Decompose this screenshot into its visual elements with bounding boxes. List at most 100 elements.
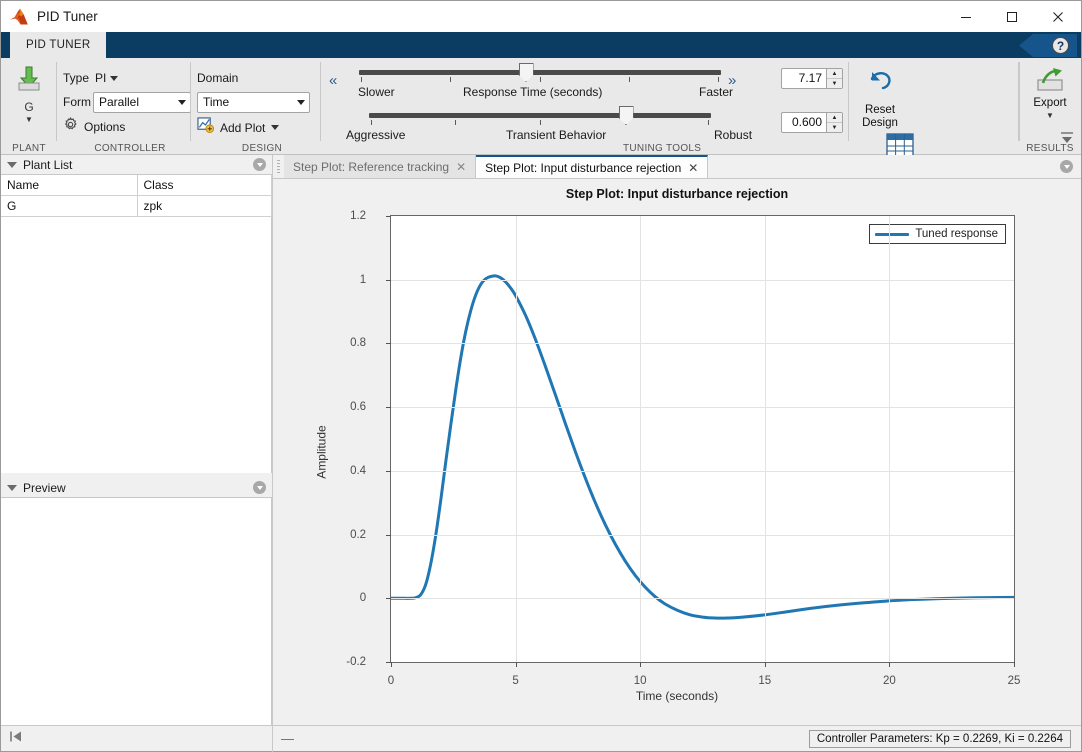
collapse-triangle-icon[interactable]: [7, 485, 17, 491]
chart-y-tick: [386, 407, 391, 408]
slider-track[interactable]: [369, 113, 711, 118]
slider1-right-label: Faster: [699, 85, 733, 99]
slider-knob[interactable]: [619, 106, 634, 125]
panel-menu-icon[interactable]: [253, 481, 266, 494]
pid-tuner-window: PID Tuner PID TUNER ?: [0, 0, 1082, 752]
transient-behavior-value[interactable]: 0.600: [782, 113, 826, 132]
options-button[interactable]: Options: [63, 117, 191, 137]
form-dropdown[interactable]: Parallel: [93, 92, 191, 113]
ribbon-group-label-controller: CONTROLLER: [63, 143, 197, 154]
slider-knob[interactable]: [519, 63, 534, 82]
spinner-buttons[interactable]: ▲ ▼: [826, 69, 842, 88]
plant-list-empty-area: [1, 217, 272, 473]
type-label: Type: [63, 71, 89, 85]
transient-behavior-spinner[interactable]: 0.600 ▲ ▼: [781, 112, 843, 133]
ribbon-group-plant: G ▼ PLANT: [1, 58, 57, 155]
type-dropdown[interactable]: PI: [95, 71, 118, 85]
form-row: Form Parallel: [63, 90, 191, 114]
window-title: PID Tuner: [37, 9, 98, 24]
transient-behavior-slider[interactable]: [369, 113, 711, 118]
plant-button-label: G: [24, 100, 33, 114]
response-time-slider[interactable]: [359, 70, 721, 75]
slider-tick: [718, 77, 719, 82]
response-time-value[interactable]: 7.17: [782, 69, 826, 88]
panel-menu-icon[interactable]: [253, 158, 266, 171]
form-value: Parallel: [99, 95, 172, 109]
ribbon-group-label-design: DESIGN: [197, 143, 327, 154]
help-icon: ?: [1052, 37, 1069, 54]
table-header-row: Name Class: [1, 175, 272, 196]
collapse-left-icon[interactable]: «: [329, 72, 335, 89]
go-to-start-icon[interactable]: [9, 730, 23, 748]
slider-tick: [708, 120, 709, 125]
reset-design-label-line2: Design: [862, 117, 898, 130]
spinner-up-icon[interactable]: ▲: [827, 113, 842, 123]
gear-icon: [63, 117, 78, 137]
chart-plot-box[interactable]: Tuned response -0.200.20.40.60.811.20510…: [390, 215, 1015, 663]
status-right: Controller Parameters: Kp = 0.2269, Ki =…: [809, 730, 1081, 748]
legend-label: Tuned response: [915, 228, 998, 240]
close-button[interactable]: [1035, 1, 1081, 32]
main-body: Plant List Name Class G zpk: [1, 155, 1081, 725]
document-tabbar: Step Plot: Reference tracking ✕ Step Plo…: [273, 155, 1081, 179]
help-button[interactable]: ?: [1019, 34, 1077, 57]
slider2-right-label: Robust: [714, 128, 752, 142]
plot-area: Step Plot: Input disturbance rejection A…: [273, 179, 1081, 725]
plant-list-panel: Plant List Name Class G zpk: [1, 155, 272, 473]
close-icon[interactable]: ✕: [688, 161, 698, 175]
ribbon-group-design: Domain Time Add Plot: [191, 58, 321, 155]
slider1-left-label: Slower: [358, 85, 395, 99]
ribbon-group-label-tuning-tools: TUNING TOOLS: [623, 143, 701, 154]
tab-step-plot-input-disturbance-rejection[interactable]: Step Plot: Input disturbance rejection ✕: [476, 155, 708, 178]
slider-tick: [361, 77, 362, 82]
domain-row: Time: [197, 90, 321, 114]
add-plot-button[interactable]: Add Plot: [197, 117, 321, 138]
chart-y-tick: [386, 216, 391, 217]
export-button[interactable]: Export ▼: [1019, 58, 1081, 120]
spinner-buttons[interactable]: ▲ ▼: [826, 113, 842, 132]
panel-menu-icon[interactable]: [1060, 160, 1073, 173]
plant-button[interactable]: G ▼: [14, 58, 44, 124]
tab-step-plot-reference-tracking[interactable]: Step Plot: Reference tracking ✕: [284, 155, 476, 178]
status-middle: —: [273, 731, 809, 746]
maximize-button[interactable]: [989, 1, 1035, 32]
group-divider: [1019, 62, 1020, 141]
column-header-name[interactable]: Name: [1, 175, 137, 196]
spinner-up-icon[interactable]: ▲: [827, 69, 842, 79]
chevron-down-icon[interactable]: [271, 125, 279, 130]
chart-x-tick-label: 10: [634, 675, 647, 687]
chart-gridline: [889, 216, 890, 662]
collapse-triangle-icon[interactable]: [7, 162, 17, 168]
chart-x-tick: [889, 662, 890, 667]
tab-pid-tuner[interactable]: PID TUNER: [10, 32, 106, 58]
minimize-button[interactable]: [943, 1, 989, 32]
chart-y-tick-label: 0.2: [350, 529, 366, 541]
column-header-class[interactable]: Class: [137, 175, 272, 196]
chevron-down-icon[interactable]: ▼: [1046, 111, 1054, 120]
preview-content: [1, 498, 272, 725]
close-icon[interactable]: ✕: [456, 160, 466, 174]
document-panel-menu[interactable]: [1060, 155, 1081, 178]
table-row[interactable]: G zpk: [1, 196, 272, 217]
spinner-down-icon[interactable]: ▼: [827, 123, 842, 132]
step-response-chart: Step Plot: Input disturbance rejection A…: [273, 179, 1081, 725]
plant-list-header: Plant List: [1, 155, 272, 175]
chart-gridline: [391, 535, 1014, 536]
minimize-ribbon-icon[interactable]: [1059, 130, 1075, 146]
spinner-down-icon[interactable]: ▼: [827, 79, 842, 88]
domain-label: Domain: [197, 71, 238, 85]
chevron-down-icon[interactable]: ▼: [25, 115, 33, 124]
preview-panel: Preview: [1, 478, 272, 725]
chart-y-tick-label: 0.8: [350, 337, 366, 349]
ribbon-group-tuning-tools: « » Slower Response Time (seconds) Faste…: [321, 58, 781, 155]
chart-y-tick: [386, 343, 391, 344]
domain-dropdown[interactable]: Time: [197, 92, 310, 113]
plant-list-title: Plant List: [23, 158, 72, 172]
tabbar-gripper[interactable]: [273, 155, 284, 178]
response-time-spinner[interactable]: 7.17 ▲ ▼: [781, 68, 843, 89]
export-label: Export: [1033, 97, 1066, 109]
reset-design-button[interactable]: Reset Design: [853, 64, 907, 130]
status-bar: — Controller Parameters: Kp = 0.2269, Ki…: [1, 725, 1081, 751]
cell-name: G: [1, 196, 137, 217]
slider-track[interactable]: [359, 70, 721, 75]
